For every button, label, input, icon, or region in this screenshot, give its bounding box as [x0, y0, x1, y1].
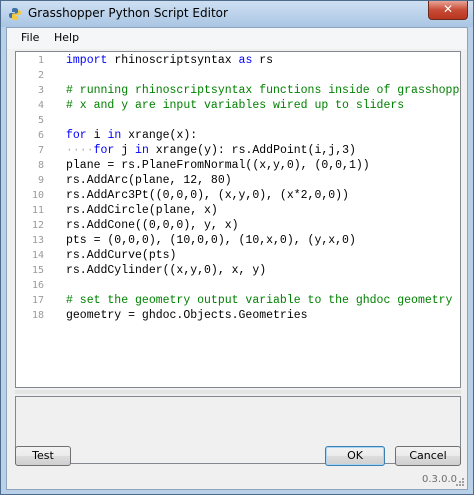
code-token: rs.AddCylinder((x,y,0), x, y) — [66, 264, 267, 277]
code-token: geometry = ghdoc.Objects.Geometries — [66, 309, 308, 322]
version-label: 0.3.0.0 — [422, 474, 457, 485]
code-token: rs.AddCone((0,0,0), y, x) — [66, 219, 239, 232]
line-number: 2 — [37, 70, 44, 81]
code-token: plane = rs.PlaneFromNormal((x,y,0), (0,0… — [66, 159, 370, 172]
resize-grip-icon[interactable] — [455, 477, 465, 487]
code-line[interactable]: # x and y are input variables wired up t… — [66, 99, 404, 112]
comment-token: # x and y are input variables wired up t… — [66, 99, 405, 112]
line-number: 5 — [37, 115, 44, 126]
close-icon: ✕ — [442, 2, 454, 16]
code-line[interactable]: geometry = ghdoc.Objects.Geometries — [66, 309, 308, 322]
code-line[interactable]: # running rhinoscriptsyntax functions in… — [66, 84, 461, 97]
line-number: 12 — [31, 220, 44, 231]
code-line[interactable]: plane = rs.PlaneFromNormal((x,y,0), (0,0… — [66, 159, 370, 172]
code-token: rhinoscriptsyntax — [107, 54, 239, 67]
cancel-button[interactable]: Cancel — [395, 446, 461, 466]
code-token: xrange(x): — [121, 129, 198, 142]
ok-button[interactable]: OK — [325, 446, 385, 466]
keyword-token: import — [66, 54, 108, 67]
menu-file[interactable]: File — [21, 31, 39, 44]
code-line[interactable]: ····for j in xrange(y): rs.AddPoint(i,j,… — [66, 144, 356, 157]
code-line[interactable]: rs.AddCone((0,0,0), y, x) — [66, 219, 239, 232]
menu-help[interactable]: Help — [54, 31, 79, 44]
line-number-gutter: 1 2 3 4 5 6 7 8 9 10 11 12 13 14 15 16 17 18 — [16, 52, 50, 387]
code-token: xrange(y): rs.AddPoint(i,j,3) — [148, 144, 356, 157]
python-logo-icon — [9, 8, 21, 20]
code-editor[interactable]: 1 2 3 4 5 6 7 8 9 10 11 12 13 14 15 16 17 18 import rhino… — [15, 51, 461, 388]
code-token: rs.AddArc3Pt((0,0,0), (x,y,0), (x*2,0,0)… — [66, 189, 349, 202]
line-number: 11 — [31, 205, 44, 216]
editor-window: Grasshopper Python Script Editor ✕ File … — [0, 0, 474, 495]
line-number: 7 — [37, 145, 44, 156]
line-number: 4 — [37, 100, 44, 111]
code-token: rs.AddCircle(plane, x) — [66, 204, 218, 217]
client-area: File Help 1 2 3 4 5 6 7 8 9 10 11 12 13 14 15 16 17 18 im… — [6, 27, 468, 490]
indent-marker: ···· — [66, 144, 94, 157]
close-button[interactable]: ✕ — [428, 1, 468, 20]
code-token: rs.AddArc(plane, 12, 80) — [66, 174, 232, 187]
line-number: 13 — [31, 235, 44, 246]
line-number: 17 — [31, 295, 44, 306]
line-number: 14 — [31, 250, 44, 261]
code-line[interactable]: rs.AddCurve(pts) — [66, 249, 176, 262]
code-token: pts = (0,0,0), (10,0,0), (10,x,0), (y,x,… — [66, 234, 356, 247]
menu-bar: File Help — [7, 28, 467, 49]
code-line[interactable]: pts = (0,0,0), (10,0,0), (10,x,0), (y,x,… — [66, 234, 356, 247]
line-number: 6 — [37, 130, 44, 141]
code-line[interactable]: for i in xrange(x): — [66, 129, 197, 142]
keyword-token: as — [238, 54, 253, 67]
code-token: rs.AddCurve(pts) — [66, 249, 177, 262]
code-line[interactable]: rs.AddArc3Pt((0,0,0), (x,y,0), (x*2,0,0)… — [66, 189, 349, 202]
line-number: 10 — [31, 190, 44, 201]
keyword-token: in — [135, 144, 149, 157]
line-number: 9 — [37, 175, 44, 186]
line-number: 15 — [31, 265, 44, 276]
line-number: 1 — [37, 55, 44, 66]
line-number: 3 — [37, 85, 44, 96]
title-bar[interactable]: Grasshopper Python Script Editor ✕ — [1, 1, 473, 27]
line-number: 18 — [31, 310, 44, 321]
window-title: Grasshopper Python Script Editor — [28, 6, 228, 20]
code-token: i — [86, 129, 108, 142]
code-line[interactable]: rs.AddArc(plane, 12, 80) — [66, 174, 232, 187]
line-number: 8 — [37, 160, 44, 171]
splitter[interactable] — [15, 390, 461, 394]
keyword-token: for — [93, 144, 115, 157]
code-line[interactable]: rs.AddCylinder((x,y,0), x, y) — [66, 264, 266, 277]
comment-token: # running rhinoscriptsyntax functions in… — [66, 84, 461, 97]
code-line[interactable]: rs.AddCircle(plane, x) — [66, 204, 218, 217]
code-line[interactable]: # set the geometry output variable to th… — [66, 294, 452, 307]
code-line[interactable]: import rhinoscriptsyntax as rs — [66, 54, 273, 67]
test-button[interactable]: Test — [15, 446, 71, 466]
comment-token: # set the geometry output variable to th… — [66, 294, 453, 307]
keyword-token: in — [107, 129, 122, 142]
line-number: 16 — [31, 280, 44, 291]
keyword-token: for — [66, 129, 87, 142]
code-token: j — [114, 144, 136, 157]
code-token: rs — [252, 54, 274, 67]
